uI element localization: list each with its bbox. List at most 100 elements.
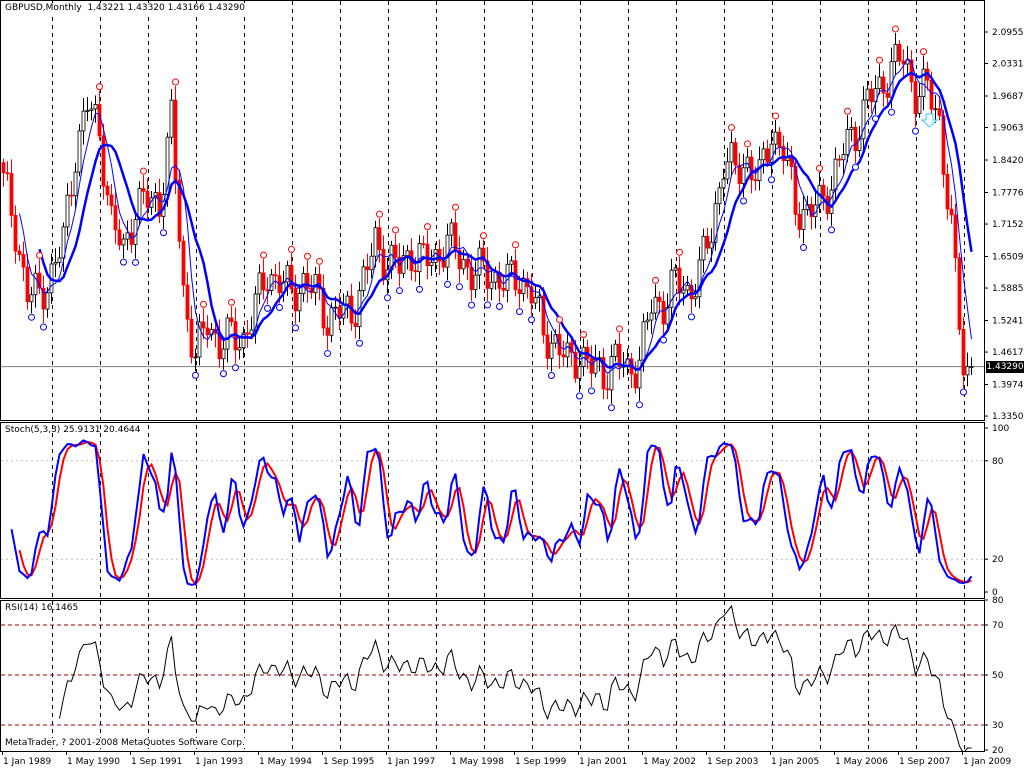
- candle: [529, 273, 534, 316]
- candle: [237, 337, 242, 360]
- candle-body: [961, 328, 966, 376]
- candle: [565, 332, 570, 368]
- candle-body: [657, 296, 662, 302]
- candle: [837, 154, 842, 167]
- stoch-tick-label: 80: [992, 457, 1004, 467]
- candle-body: [125, 232, 130, 240]
- time-tick-label: 1 Sep 2003: [707, 757, 758, 767]
- candle-body: [465, 259, 470, 268]
- candle: [305, 260, 310, 303]
- time-tick-label: 1 Sep 1991: [131, 757, 182, 767]
- fractal-down-marker: [588, 387, 595, 395]
- candle-body: [433, 249, 438, 263]
- candle-body: [29, 294, 34, 303]
- candle-body: [709, 241, 714, 249]
- candle-body: [889, 61, 894, 98]
- candle: [425, 230, 430, 280]
- chart-canvas[interactable]: 2.09550 2.03310 1.96875 1.90635 1.84200 1.777…: [0, 0, 1024, 768]
- candle: [269, 269, 274, 296]
- fractal-up-marker: [744, 140, 751, 148]
- candle: [697, 246, 702, 309]
- fractal-down-marker: [160, 229, 167, 237]
- rsi-tick-label: 70: [992, 621, 1004, 631]
- candle-body: [293, 288, 298, 312]
- fractal-down-marker: [636, 401, 643, 409]
- fractal-down-marker: [384, 294, 391, 302]
- candle: [229, 306, 234, 327]
- candle: [21, 241, 26, 282]
- rsi-value: 16.1465: [40, 603, 79, 613]
- candle: [629, 352, 634, 389]
- fractal-down-marker: [852, 163, 859, 171]
- candle: [501, 274, 506, 298]
- candle: [589, 345, 594, 387]
- candle-body: [205, 327, 210, 336]
- open-value: 1.43221: [87, 3, 125, 13]
- fractal-down-marker: [40, 323, 47, 331]
- candle: [761, 141, 766, 174]
- candle-body: [137, 188, 142, 221]
- candle-body: [661, 301, 666, 325]
- stoch-main-value: 25.9131: [63, 425, 101, 435]
- candle: [717, 182, 722, 215]
- candle: [65, 183, 70, 237]
- candle-body: [885, 92, 890, 98]
- candle-body: [549, 342, 554, 359]
- candle-body: [101, 135, 106, 187]
- candle-body: [13, 214, 18, 252]
- candle-body: [897, 43, 902, 62]
- candle: [693, 283, 698, 307]
- candle-body: [733, 142, 738, 166]
- stoch-signal-value: 20.4644: [103, 425, 141, 435]
- fractal-up-marker: [288, 245, 295, 253]
- fractal-down-marker: [888, 108, 895, 116]
- candle: [9, 159, 14, 228]
- fractal-down-marker: [548, 371, 555, 379]
- candle: [545, 321, 550, 370]
- fractal-down-marker: [872, 115, 879, 123]
- candle: [81, 97, 86, 145]
- candle-body: [609, 356, 614, 391]
- fractal-down-marker: [456, 283, 463, 291]
- candle: [737, 153, 742, 194]
- candle: [473, 261, 478, 298]
- candle-body: [933, 108, 938, 111]
- candle: [469, 254, 474, 302]
- candle-body: [765, 148, 770, 163]
- candle-body: [325, 327, 330, 336]
- time-tick-label: 1 Sep 1999: [515, 757, 567, 767]
- candle-body: [633, 373, 638, 389]
- time-tick-label: 1 May 1998: [451, 757, 504, 767]
- candle: [77, 124, 82, 177]
- candle: [257, 264, 262, 305]
- candle: [513, 248, 518, 297]
- candle-body: [393, 244, 398, 258]
- candle: [785, 142, 790, 166]
- fractal-up-marker: [652, 276, 659, 284]
- candle: [429, 249, 434, 276]
- candle-body: [717, 187, 722, 205]
- price-tick-label: 1.46175: [992, 348, 1024, 358]
- time-tick-label: 1 Jan 2005: [771, 757, 819, 767]
- time-tick-label: 1 Jan 1993: [195, 757, 243, 767]
- candle-body: [365, 266, 370, 271]
- candle: [173, 86, 178, 195]
- fractal-up-marker: [392, 226, 399, 234]
- candle: [797, 201, 802, 239]
- rsi-header: RSI(14) 16.1465: [5, 603, 78, 613]
- fractal-up-marker: [228, 298, 235, 306]
- stoch-signal-line: [18, 441, 972, 586]
- fractal-down-marker: [768, 176, 775, 184]
- candle: [41, 275, 46, 324]
- candle-body: [701, 235, 706, 261]
- candle-body: [685, 285, 690, 291]
- candle: [653, 284, 658, 320]
- candle: [205, 315, 210, 348]
- down-arrow-icon: [920, 113, 939, 128]
- candle-body: [893, 43, 898, 63]
- candle-body: [469, 266, 474, 291]
- candle: [701, 228, 706, 273]
- candle-body: [913, 81, 918, 114]
- fractal-down-marker: [264, 304, 271, 312]
- candle-body: [353, 322, 358, 327]
